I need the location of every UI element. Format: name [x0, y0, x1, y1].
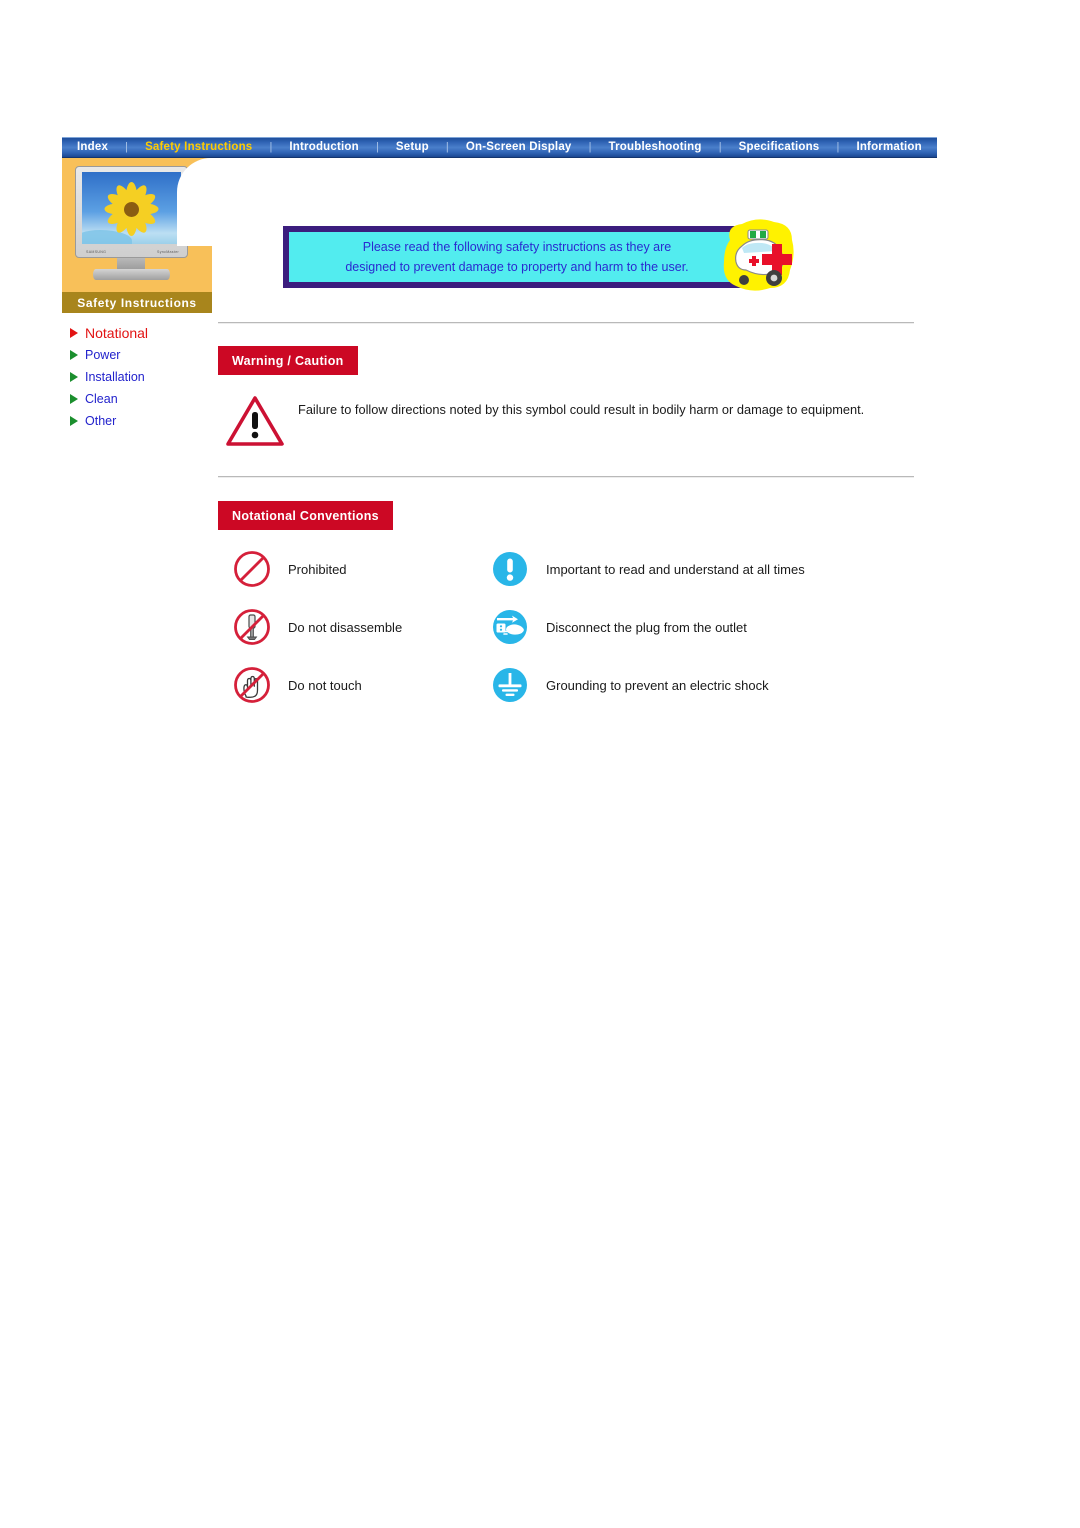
- triangle-bullet-icon: [70, 328, 78, 338]
- triangle-bullet-icon: [70, 372, 78, 382]
- nav-separator: |: [718, 141, 722, 153]
- notational-conventions-grid: Prohibited Important to read and underst…: [232, 540, 922, 714]
- nav-item-specifications[interactable]: Specifications: [730, 138, 829, 157]
- nav-separator: |: [445, 141, 449, 153]
- sidebar-menu: Notational Power Installation Clean Othe…: [62, 322, 212, 432]
- triangle-bullet-icon: [70, 394, 78, 404]
- sidebar-caption: Safety Instructions: [62, 292, 212, 313]
- monitor-brand-left: SAMSUNG: [86, 250, 107, 254]
- notational-label: Do not touch: [288, 677, 362, 693]
- content-divider-2: [218, 476, 914, 478]
- triangle-bullet-icon: [70, 350, 78, 360]
- monitor-brand-right: SyncMaster: [157, 250, 179, 254]
- sidebar-panel-notch: [177, 158, 213, 246]
- notational-label: Important to read and understand at all …: [546, 561, 805, 577]
- sidebar-item-power[interactable]: Power: [70, 344, 212, 366]
- grounding-icon: [490, 665, 530, 705]
- notational-row: Do not disassemble Disconnect the plug f…: [232, 598, 922, 656]
- sidebar-item-label: Clean: [85, 392, 118, 406]
- notational-label: Prohibited: [288, 561, 347, 577]
- notational-label: Do not disassemble: [288, 619, 403, 635]
- notational-cell: Do not touch: [232, 665, 490, 705]
- monitor-stand-base: [93, 269, 170, 280]
- notational-cell: Do not disassemble: [232, 607, 490, 647]
- nav-item-introduction[interactable]: Introduction: [280, 138, 367, 157]
- do-not-disassemble-icon: [232, 607, 272, 647]
- banner-line-2: designed to prevent damage to property a…: [345, 260, 689, 274]
- nav-separator: |: [269, 141, 273, 153]
- page-root: Index | Safety Instructions | Introducti…: [0, 0, 1080, 1528]
- notational-cell: Important to read and understand at all …: [490, 549, 922, 589]
- safety-banner: Please read the following safety instruc…: [283, 226, 751, 288]
- nav-separator: |: [836, 141, 840, 153]
- notational-cell: Prohibited: [232, 549, 490, 589]
- nav-item-on-screen-display[interactable]: On-Screen Display: [457, 138, 581, 157]
- sidebar-item-label: Installation: [85, 370, 145, 384]
- triangle-bullet-icon: [70, 416, 78, 426]
- warning-triangle-icon: [226, 395, 284, 447]
- nav-separator: |: [375, 141, 379, 153]
- do-not-touch-icon: [232, 665, 272, 705]
- notational-row: Do not touch Grounding to prevent an ele…: [232, 656, 922, 714]
- nav-separator: |: [588, 141, 592, 153]
- sidebar-item-label: Power: [85, 348, 121, 362]
- notational-label: Disconnect the plug from the outlet: [546, 619, 747, 635]
- sidebar-item-label: Other: [85, 414, 117, 428]
- top-navigation-bar: Index | Safety Instructions | Introducti…: [62, 137, 937, 158]
- disconnect-plug-icon: [490, 607, 530, 647]
- sunflower-icon: [104, 182, 159, 237]
- monitor-body: SAMSUNG SyncMaster: [75, 166, 188, 258]
- nav-item-setup[interactable]: Setup: [387, 138, 438, 157]
- notational-row: Prohibited Important to read and underst…: [232, 540, 922, 598]
- monitor-screen: [82, 172, 181, 244]
- content-divider-1: [218, 322, 914, 324]
- sunflower-center: [124, 201, 139, 217]
- warning-caution-heading: Warning / Caution: [218, 346, 358, 375]
- monitor-thumbnail: SAMSUNG SyncMaster: [75, 166, 190, 284]
- banner-line-1: Please read the following safety instruc…: [362, 240, 672, 254]
- safety-banner-inner: Please read the following safety instruc…: [289, 232, 745, 282]
- sidebar-item-other[interactable]: Other: [70, 410, 212, 432]
- warning-caution-text: Failure to follow directions noted by th…: [298, 402, 865, 417]
- sidebar-item-installation[interactable]: Installation: [70, 366, 212, 388]
- important-icon: [490, 549, 530, 589]
- warning-caution-block: Failure to follow directions noted by th…: [226, 395, 916, 447]
- notational-conventions-heading: Notational Conventions: [218, 501, 393, 530]
- nav-item-safety-instructions[interactable]: Safety Instructions: [136, 138, 261, 157]
- nav-item-troubleshooting[interactable]: Troubleshooting: [600, 138, 711, 157]
- nav-item-information[interactable]: Information: [847, 138, 930, 157]
- sidebar-thumbnail-panel: SAMSUNG SyncMaster: [62, 158, 213, 292]
- sidebar-item-notational[interactable]: Notational: [70, 322, 212, 344]
- sidebar-item-clean[interactable]: Clean: [70, 388, 212, 410]
- prohibited-icon: [232, 549, 272, 589]
- sidebar: SAMSUNG SyncMaster Safety Instructions N…: [62, 158, 213, 432]
- nav-item-index[interactable]: Index: [68, 138, 117, 157]
- notational-label: Grounding to prevent an electric shock: [546, 677, 769, 693]
- notational-cell: Grounding to prevent an electric shock: [490, 665, 922, 705]
- nav-separator: |: [125, 141, 128, 153]
- sidebar-item-label: Notational: [85, 325, 149, 341]
- notational-cell: Disconnect the plug from the outlet: [490, 607, 922, 647]
- ambulance-icon: [716, 218, 798, 296]
